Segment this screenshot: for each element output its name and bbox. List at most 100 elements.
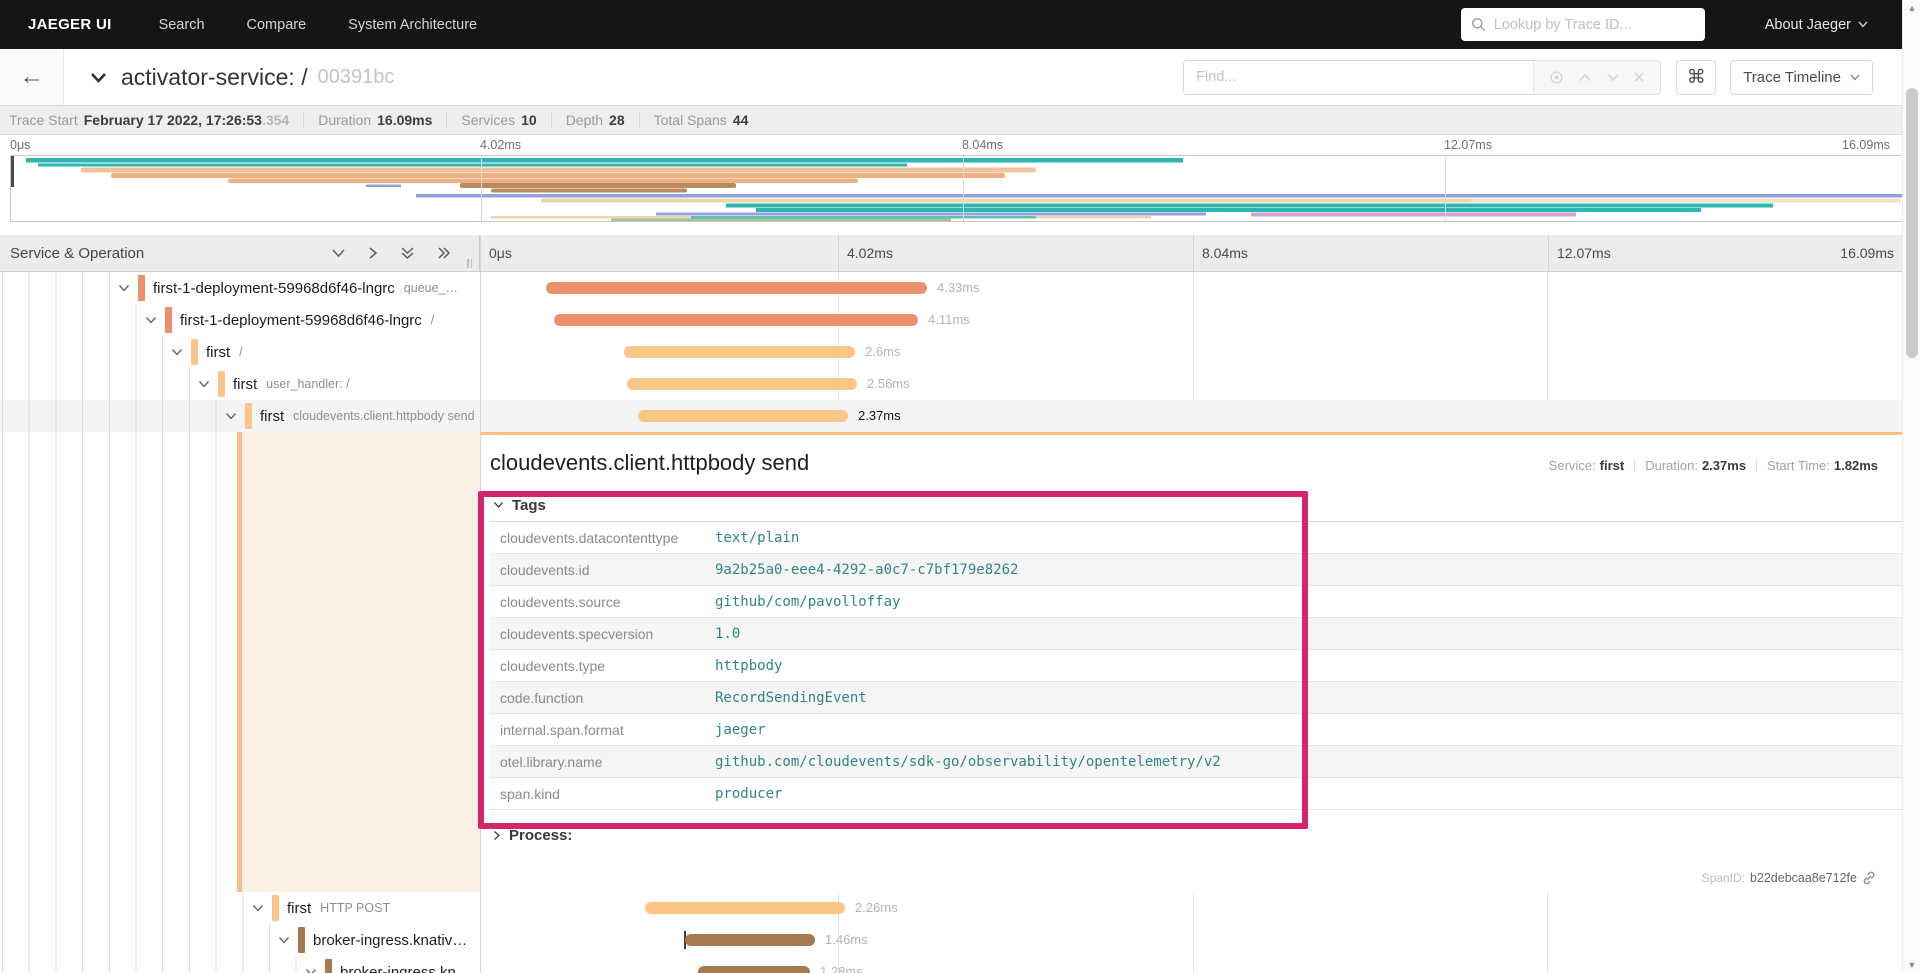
keyboard-shortcuts-button[interactable]: ⌘ <box>1676 59 1717 95</box>
chevron-down-icon[interactable] <box>278 936 290 945</box>
span-row[interactable]: first user_handler: / 2.56ms <box>0 368 1902 400</box>
find-input[interactable] <box>1183 59 1534 95</box>
chevron-right-icon <box>494 830 501 841</box>
tag-row[interactable]: cloudevents.source github/com/pavolloffay <box>490 586 1902 618</box>
span-row-selected[interactable]: first cloudevents.client.httpbody send 2.… <box>0 400 1902 432</box>
scroll-down-arrow[interactable]: ▼ <box>1903 960 1920 970</box>
span-row[interactable]: broker-ingress.knativ… 1.46ms <box>0 924 1902 956</box>
span-duration-bar <box>546 282 927 294</box>
axis-tick: 8.04ms <box>962 138 1003 152</box>
service-operation-header: Service & Operation <box>0 235 480 271</box>
collapse-one-icon[interactable] <box>331 248 346 258</box>
nav-item-search[interactable]: Search <box>159 17 205 33</box>
span-timeline-cell[interactable]: 4.33ms <box>480 272 1902 304</box>
tag-row[interactable]: cloudevents.type httpbody <box>490 650 1902 682</box>
tag-row[interactable]: cloudevents.specversion 1.0 <box>490 618 1902 650</box>
scrollbar-thumb[interactable] <box>1906 88 1918 358</box>
minimap-time-axis: 0μs 4.02ms 8.04ms 12.07ms 16.09ms <box>0 135 1902 155</box>
back-arrow-icon: ← <box>19 63 44 90</box>
span-duration-label: 2.26ms <box>855 900 898 915</box>
trace-minimap[interactable] <box>10 155 1910 222</box>
chevron-down-icon[interactable] <box>118 284 130 293</box>
chevron-down-icon[interactable] <box>145 316 157 325</box>
span-duration-bar <box>698 966 810 973</box>
stat-total-spans: Total Spans 44 <box>653 112 749 128</box>
span-duration-label: 2.37ms <box>858 408 901 423</box>
span-timeline-cell[interactable]: 2.26ms <box>480 892 1902 924</box>
span-color-bar <box>165 307 172 333</box>
time-column-header: 0μs <box>480 235 838 271</box>
trace-id: 00391bc <box>317 65 395 88</box>
axis-tick: 4.02ms <box>480 138 521 152</box>
find-controls <box>1533 59 1662 95</box>
span-timeline-cell[interactable]: 2.6ms <box>480 336 1902 368</box>
tag-row[interactable]: internal.span.format jaeger <box>490 714 1902 746</box>
chevron-down-icon[interactable] <box>225 412 237 421</box>
column-resize-grip[interactable] <box>467 259 472 268</box>
about-jaeger-menu[interactable]: About Jaeger <box>1765 17 1868 33</box>
span-timeline-cell[interactable]: 2.56ms <box>480 368 1902 400</box>
span-color-bar <box>191 339 198 365</box>
axis-tick: 12.07ms <box>1444 138 1492 152</box>
tags-section-header[interactable]: Tags <box>490 489 1902 522</box>
time-column-header: 12.07ms 16.09ms <box>1548 235 1902 271</box>
collapse-all-icon[interactable] <box>400 246 415 260</box>
span-row[interactable]: first HTTP POST 2.26ms <box>0 892 1902 924</box>
tag-row[interactable]: code.function RecordSendingEvent <box>490 682 1902 714</box>
span-detail-row: cloudevents.client.httpbody send Service… <box>0 432 1902 892</box>
scroll-up-arrow[interactable]: ▲ <box>1903 3 1920 13</box>
span-rows-viewport: first-1-deployment-59968d6f46-lngrc queue… <box>0 272 1902 973</box>
span-row[interactable]: broker-ingress.kn… 1.28ms <box>0 956 1902 973</box>
prev-result-icon[interactable] <box>1578 73 1592 82</box>
span-timeline-cell[interactable]: 1.28ms <box>480 956 1902 973</box>
tag-row[interactable]: cloudevents.datacontenttype text/plain <box>490 522 1902 554</box>
span-duration-bar <box>627 378 857 390</box>
clear-find-icon[interactable] <box>1633 71 1645 83</box>
tag-row[interactable]: otel.library.name github.com/cloudevents/… <box>490 746 1902 778</box>
chevron-down-icon[interactable] <box>171 348 183 357</box>
expand-all-icon[interactable] <box>437 246 451 260</box>
chevron-down-icon[interactable] <box>198 380 210 389</box>
back-button[interactable]: ← <box>0 49 64 105</box>
trace-id-search-placeholder: Lookup by Trace ID... <box>1493 16 1632 33</box>
detail-span-title: cloudevents.client.httpbody send <box>490 450 810 475</box>
trace-collapse-chevron-icon[interactable] <box>90 72 107 83</box>
trace-title: activator-service: / <box>121 63 308 90</box>
focus-icon[interactable] <box>1549 70 1564 85</box>
chevron-down-icon[interactable] <box>252 904 264 913</box>
span-id-block: SpanID: b22debcaa8e712fe <box>1702 871 1876 885</box>
next-result-icon[interactable] <box>1606 73 1620 82</box>
span-timeline-cell[interactable]: 2.37ms <box>480 400 1902 432</box>
time-column-header: 4.02ms <box>838 235 1193 271</box>
span-duration-bar <box>638 410 848 422</box>
span-color-bar <box>245 403 252 429</box>
trace-header: ← activator-service: / 00391bc ⌘ Trace T… <box>0 49 1902 105</box>
trace-id-search-box[interactable]: Lookup by Trace ID... <box>1460 8 1705 41</box>
span-color-bar <box>325 959 332 973</box>
span-timeline-cell[interactable]: 4.11ms <box>480 304 1902 336</box>
range-handle-left[interactable] <box>11 156 14 187</box>
span-color-bar <box>218 371 225 397</box>
chevron-down-icon[interactable] <box>305 968 317 973</box>
span-row[interactable]: first-1-deployment-59968d6f46-lngrc/ 4.1… <box>0 304 1902 336</box>
nav-item-compare[interactable]: Compare <box>247 17 307 33</box>
jaeger-trace-page: JAEGER UI Search Compare System Architec… <box>0 0 1920 973</box>
span-detail-panel: cloudevents.client.httpbody send Service… <box>480 432 1902 892</box>
tag-row[interactable]: span.kind producer <box>490 778 1902 810</box>
span-timeline-cell[interactable]: 1.46ms <box>480 924 1902 956</box>
process-section-header[interactable]: Process: <box>490 827 1902 844</box>
expand-one-icon[interactable] <box>368 246 378 260</box>
tag-row[interactable]: cloudevents.id 9a2b25a0-eee4-4292-a0c7-c7… <box>490 554 1902 586</box>
trace-view-selector[interactable]: Trace Timeline <box>1730 59 1873 95</box>
span-duration-bar <box>554 314 918 326</box>
span-row[interactable]: first/ 2.6ms <box>0 336 1902 368</box>
span-row[interactable]: first-1-deployment-59968d6f46-lngrc queue… <box>0 272 1902 304</box>
link-icon[interactable] <box>1862 871 1876 885</box>
app-brand[interactable]: JAEGER UI <box>28 16 112 33</box>
tags-table: cloudevents.datacontenttype text/plain cl… <box>490 522 1902 810</box>
nav-item-system-architecture[interactable]: System Architecture <box>348 17 477 33</box>
span-color-bar <box>298 927 305 953</box>
span-duration-label: 1.28ms <box>820 964 863 973</box>
chevron-down-icon <box>1850 74 1860 81</box>
vertical-scrollbar[interactable]: ▲ ▼ <box>1902 0 1920 973</box>
